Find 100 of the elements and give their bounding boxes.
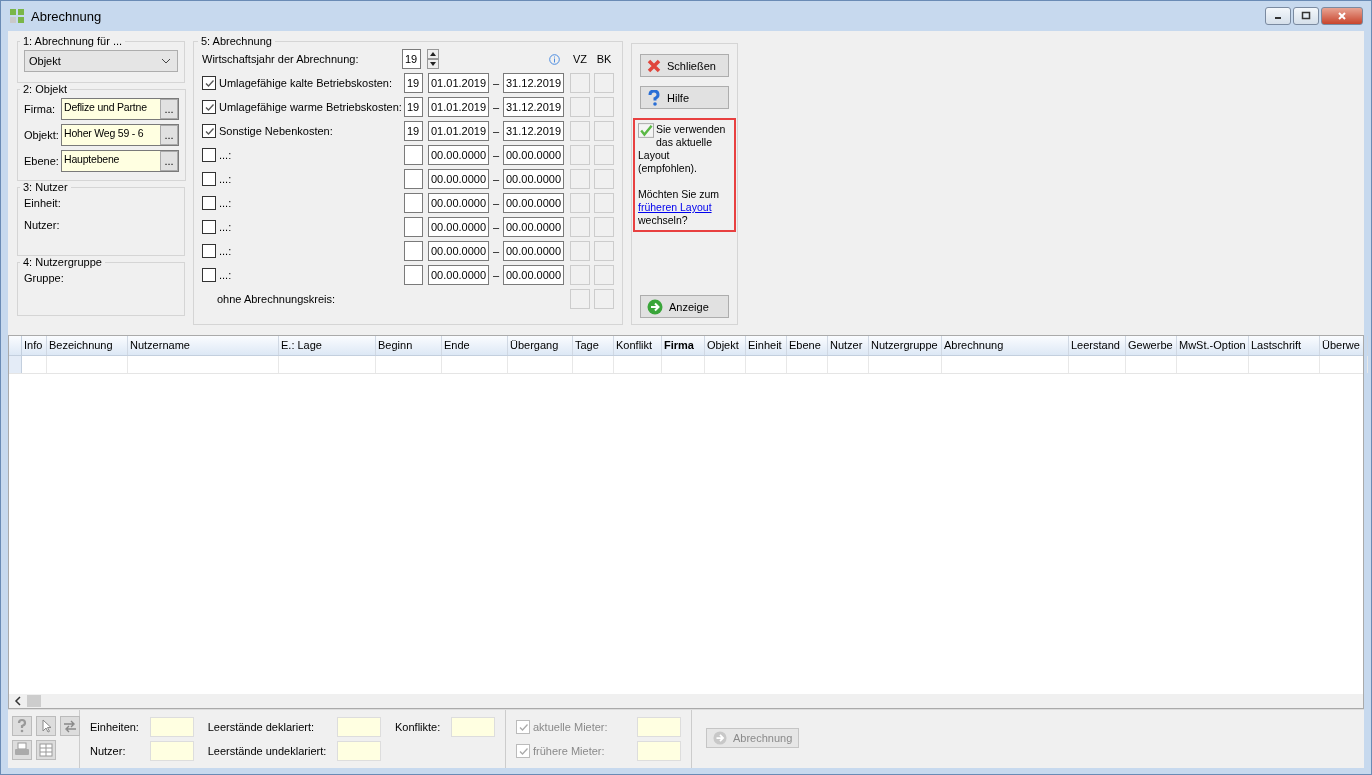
column-header[interactable]: Gewerbe: [1126, 336, 1177, 355]
date-field[interactable]: 31.12.2019: [503, 121, 564, 141]
bk-field[interactable]: [594, 97, 614, 117]
range-dash: –: [491, 125, 501, 137]
row-selector[interactable]: [9, 356, 22, 373]
column-header[interactable]: Übergang: [508, 336, 573, 355]
date-field[interactable]: 00.00.0000: [428, 265, 489, 285]
bk-field[interactable]: [594, 169, 614, 189]
column-header[interactable]: Bezeichnung: [47, 336, 128, 355]
column-header[interactable]: E.: Lage: [279, 336, 376, 355]
column-header[interactable]: Leerstand: [1069, 336, 1126, 355]
date-field[interactable]: 01.01.2019: [428, 121, 489, 141]
year-field[interactable]: [404, 193, 423, 213]
bk-field[interactable]: [594, 73, 614, 93]
column-header[interactable]: Lastschrift: [1249, 336, 1320, 355]
pointer-icon[interactable]: [36, 716, 56, 736]
printer-icon[interactable]: [12, 740, 32, 760]
column-header[interactable]: Firma: [662, 336, 705, 355]
year-field[interactable]: [404, 145, 423, 165]
maximize-button[interactable]: [1293, 7, 1319, 25]
column-header[interactable]: Überwe: [1320, 336, 1368, 355]
vz-field[interactable]: [570, 241, 590, 261]
column-header[interactable]: Tage: [573, 336, 614, 355]
type-dropdown[interactable]: Objekt: [24, 50, 178, 72]
horizontal-scrollbar[interactable]: [9, 694, 1363, 708]
checkbox[interactable]: [202, 172, 216, 186]
checkbox[interactable]: [202, 76, 216, 90]
year-spinner[interactable]: [427, 49, 439, 69]
year-field[interactable]: 19: [404, 73, 423, 93]
column-header[interactable]: Abrechnung: [942, 336, 1069, 355]
close-button[interactable]: [1321, 7, 1363, 25]
checkbox[interactable]: [202, 148, 216, 162]
column-header[interactable]: Nutzername: [128, 336, 279, 355]
help-button[interactable]: Hilfe: [640, 86, 729, 109]
column-header[interactable]: Objekt: [705, 336, 746, 355]
vz-field[interactable]: [570, 97, 590, 117]
help-icon[interactable]: [12, 716, 32, 736]
date-field[interactable]: 01.01.2019: [428, 97, 489, 117]
checkbox[interactable]: [202, 244, 216, 258]
layout-link[interactable]: früheren Layout: [638, 201, 712, 213]
year-field[interactable]: [404, 265, 423, 285]
bk-field[interactable]: [594, 265, 614, 285]
checkbox[interactable]: [202, 220, 216, 234]
column-header[interactable]: Beginn: [376, 336, 442, 355]
date-field[interactable]: 00.00.0000: [503, 241, 564, 261]
checkbox[interactable]: [202, 100, 216, 114]
checkbox[interactable]: [202, 196, 216, 210]
grid-icon[interactable]: [36, 740, 56, 760]
minimize-button[interactable]: [1265, 7, 1291, 25]
vz-field[interactable]: [570, 193, 590, 213]
date-field[interactable]: 00.00.0000: [428, 241, 489, 261]
checkbox[interactable]: [516, 744, 530, 758]
date-field[interactable]: 00.00.0000: [503, 193, 564, 213]
date-field[interactable]: 00.00.0000: [503, 217, 564, 237]
date-field[interactable]: 00.00.0000: [428, 145, 489, 165]
date-field[interactable]: 01.01.2019: [428, 73, 489, 93]
year-field[interactable]: [404, 169, 423, 189]
column-header[interactable]: Konflikt: [614, 336, 662, 355]
year-field[interactable]: [404, 217, 423, 237]
year-field[interactable]: [404, 241, 423, 261]
date-field[interactable]: 00.00.0000: [428, 217, 489, 237]
checkbox[interactable]: [516, 720, 530, 734]
date-field[interactable]: 00.00.0000: [503, 169, 564, 189]
vz-field[interactable]: [570, 121, 590, 141]
swap-icon[interactable]: [60, 716, 80, 736]
column-header[interactable]: Info: [22, 336, 47, 355]
column-header[interactable]: MwSt.-Option: [1177, 336, 1249, 355]
year-field[interactable]: 19: [402, 49, 421, 69]
vz-field[interactable]: [570, 145, 590, 165]
bk-field[interactable]: [594, 193, 614, 213]
checkbox[interactable]: [202, 124, 216, 138]
column-header[interactable]: Nutzer: [828, 336, 869, 355]
column-header[interactable]: Nutzergruppe: [869, 336, 942, 355]
year-field[interactable]: 19: [404, 121, 423, 141]
checkbox[interactable]: [202, 268, 216, 282]
bk-field[interactable]: [594, 217, 614, 237]
bk-field[interactable]: [594, 289, 614, 309]
vz-field[interactable]: [570, 265, 590, 285]
column-header[interactable]: Ende: [442, 336, 508, 355]
date-field[interactable]: 00.00.0000: [503, 265, 564, 285]
date-field[interactable]: 31.12.2019: [503, 73, 564, 93]
column-header[interactable]: Einheit: [746, 336, 787, 355]
date-field[interactable]: 00.00.0000: [428, 169, 489, 189]
close-button[interactable]: Schließen: [640, 54, 729, 77]
date-field[interactable]: 31.12.2019: [503, 97, 564, 117]
scroll-thumb[interactable]: [27, 695, 41, 707]
checkbox-label: frühere Mieter:: [533, 745, 606, 757]
vz-field[interactable]: [570, 289, 590, 309]
vz-field[interactable]: [570, 169, 590, 189]
vz-field[interactable]: [570, 217, 590, 237]
column-header[interactable]: Ebene: [787, 336, 828, 355]
vz-field[interactable]: [570, 73, 590, 93]
date-field[interactable]: 00.00.0000: [428, 193, 489, 213]
show-button[interactable]: Anzeige: [640, 295, 729, 318]
date-field[interactable]: 00.00.0000: [503, 145, 564, 165]
bk-field[interactable]: [594, 121, 614, 141]
bk-field[interactable]: [594, 241, 614, 261]
bk-field[interactable]: [594, 145, 614, 165]
year-field[interactable]: 19: [404, 97, 423, 117]
info-icon[interactable]: [549, 53, 560, 65]
